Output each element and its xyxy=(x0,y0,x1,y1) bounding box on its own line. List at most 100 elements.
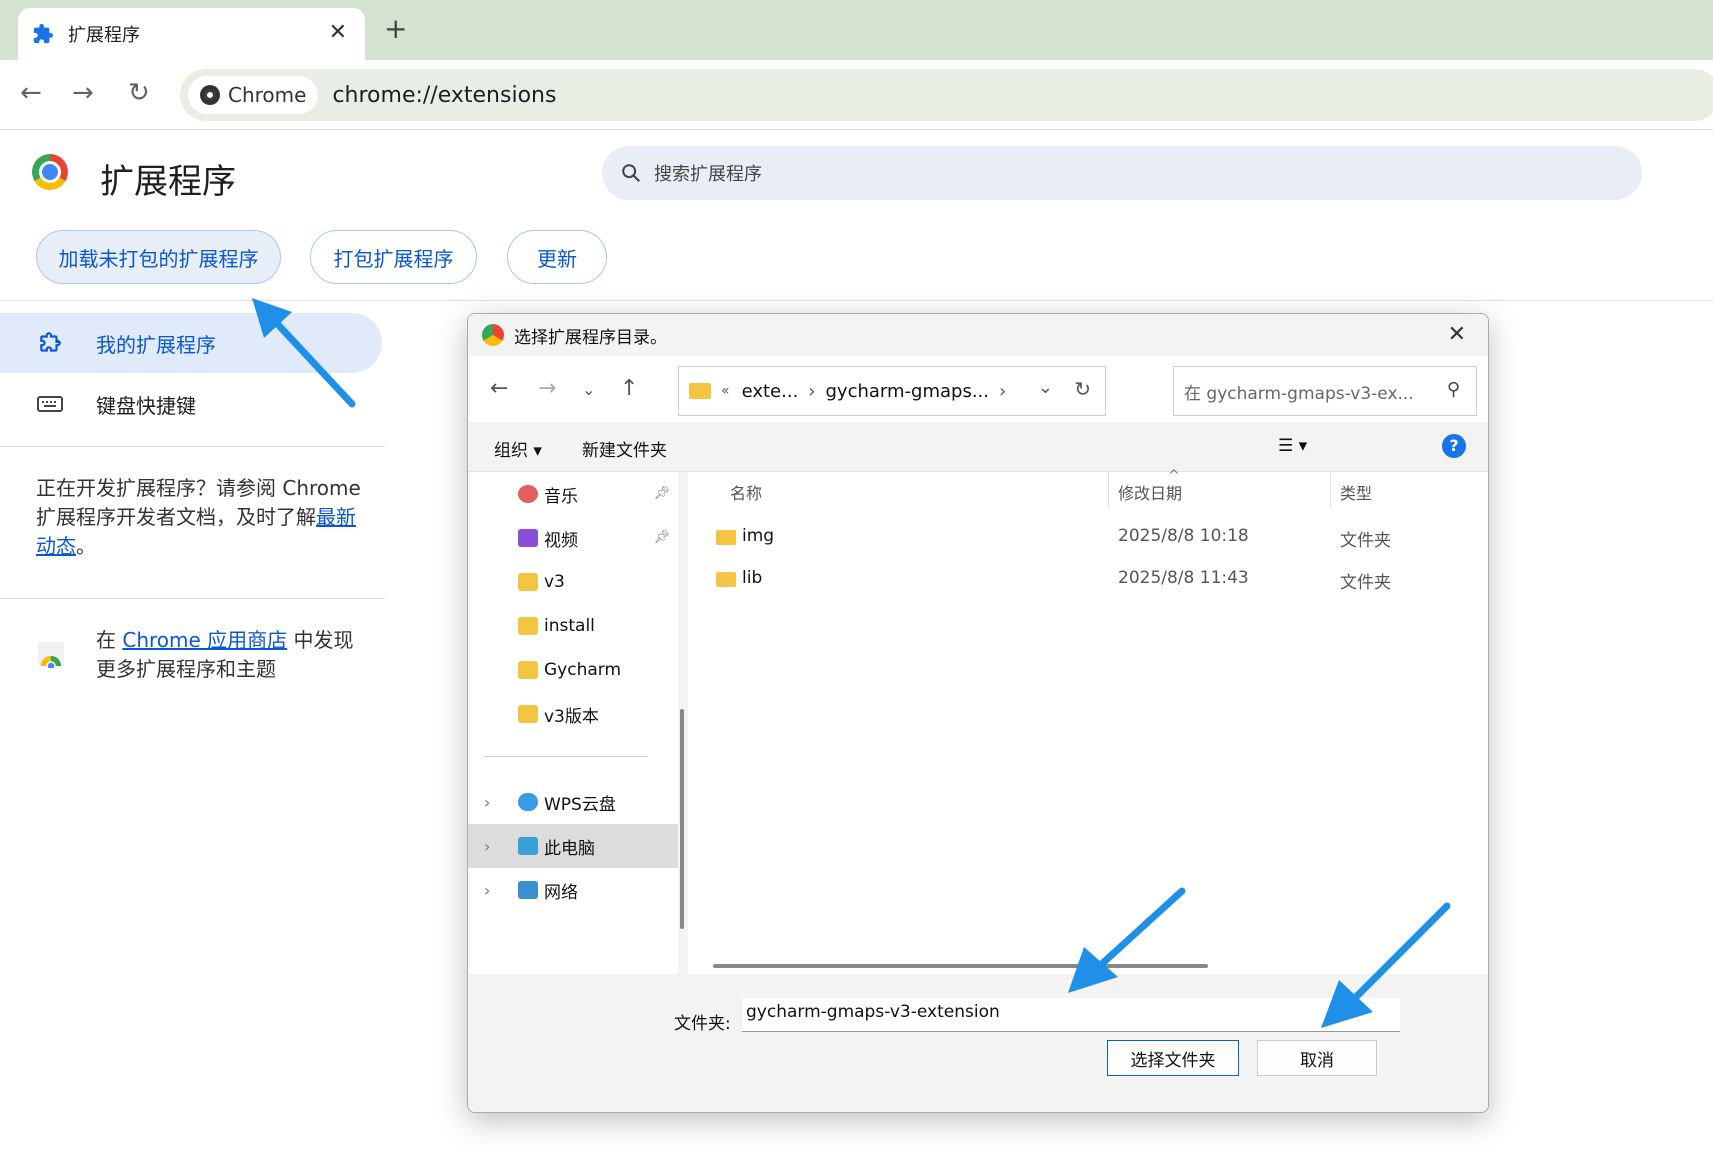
web-store-note: 在 Chrome 应用商店 中发现更多扩展程序和主题 xyxy=(96,626,356,684)
dialog-back-icon[interactable]: ← xyxy=(490,376,508,401)
sidebar-divider xyxy=(0,446,385,447)
file-row[interactable]: lib 2025/8/8 11:43 文件夹 xyxy=(688,562,1488,600)
tree-item-music[interactable]: 音乐 📌︎ xyxy=(468,472,678,516)
load-unpacked-button[interactable]: 加载未打包的扩展程序 xyxy=(36,230,281,284)
video-icon xyxy=(518,529,538,547)
tree-item-folder[interactable]: v3版本 xyxy=(468,692,678,736)
chrome-logo-icon xyxy=(32,154,68,190)
keyboard-icon xyxy=(36,390,64,418)
folder-icon xyxy=(518,573,538,591)
chevron-down-icon[interactable]: ⌄ xyxy=(1038,377,1053,398)
dialog-search-input[interactable]: 在 gycharm-gmaps-v3-ex... ⚲ xyxy=(1173,366,1477,416)
tree-item-label: 视频 xyxy=(544,530,578,551)
up-folder-icon[interactable]: ↑ xyxy=(620,376,638,401)
tree-item-this-pc[interactable]: › 此电脑 xyxy=(468,824,678,868)
file-name: img xyxy=(742,526,775,546)
address-breadcrumb[interactable]: « exte... › gycharm-gmaps... › ⌄ ↻ xyxy=(678,366,1106,416)
chip-label: Chrome xyxy=(228,83,307,107)
navigation-pane: 音乐 📌︎ 视频 📌︎ v3 install Gycharm v3版本 › WP… xyxy=(468,472,678,974)
tree-item-wps-cloud[interactable]: › WPS云盘 xyxy=(468,780,678,824)
url-text: chrome://extensions xyxy=(332,82,557,108)
annotation-arrow-icon xyxy=(1068,887,1186,993)
tree-item-label: Gycharm xyxy=(544,660,622,680)
folder-icon xyxy=(518,705,538,723)
file-name: lib xyxy=(742,568,763,588)
help-icon[interactable]: ? xyxy=(1442,434,1466,458)
annotation-arrow-icon xyxy=(1321,902,1451,1028)
pin-icon: 📌︎ xyxy=(653,486,670,501)
reload-icon[interactable]: ↻ xyxy=(128,80,150,106)
folder-icon xyxy=(518,661,538,679)
file-type: 文件夹 xyxy=(1340,531,1391,551)
sidebar-divider xyxy=(0,598,385,599)
tree-item-label: v3 xyxy=(544,572,565,592)
tree-item-label: 音乐 xyxy=(544,486,578,507)
breadcrumb-segment[interactable]: exte... xyxy=(742,381,799,402)
folder-icon xyxy=(689,383,711,399)
tree-divider xyxy=(484,756,648,757)
column-header-type[interactable]: 类型 xyxy=(1340,480,1372,504)
column-header-date[interactable]: 修改日期 xyxy=(1118,480,1182,504)
folder-label: 文件夹: xyxy=(674,1014,731,1034)
chrome-web-store-link[interactable]: Chrome 应用商店 xyxy=(122,628,287,652)
column-divider[interactable] xyxy=(1108,472,1109,508)
tab-close-icon[interactable]: ✕ xyxy=(329,22,347,44)
tree-item-folder[interactable]: Gycharm xyxy=(468,648,678,692)
new-tab-button[interactable]: + xyxy=(384,14,407,44)
column-divider[interactable] xyxy=(1330,472,1331,508)
dialog-command-bar: 组织 ▾ 新建文件夹 ☰ ▾ ? xyxy=(468,422,1488,472)
tree-item-folder[interactable]: v3 xyxy=(468,560,678,604)
developer-note-end: 。 xyxy=(76,534,96,558)
expand-icon[interactable]: › xyxy=(484,881,490,900)
developer-note-text: 正在开发扩展程序？请参阅 Chrome 扩展程序开发者文档，及时了解 xyxy=(36,476,361,529)
update-button[interactable]: 更新 xyxy=(507,230,607,284)
sidebar-item-label: 键盘快捷键 xyxy=(96,393,196,418)
organize-button[interactable]: 组织 ▾ xyxy=(494,436,542,461)
sidebar-item-keyboard-shortcuts[interactable]: 键盘快捷键 xyxy=(0,374,196,434)
chrome-icon xyxy=(482,324,504,346)
dialog-title: 选择扩展程序目录。 xyxy=(514,327,667,348)
dialog-close-icon[interactable]: ✕ xyxy=(1448,322,1466,347)
dialog-titlebar: 选择扩展程序目录。 ✕ xyxy=(468,314,1488,356)
path-prefix: « xyxy=(721,383,730,399)
tab-extensions[interactable]: 扩展程序 ✕ xyxy=(18,8,365,60)
dialog-search-placeholder: 在 gycharm-gmaps-v3-ex... xyxy=(1184,383,1414,404)
folder-name-input[interactable]: gycharm-gmaps-v3-extension xyxy=(742,998,1400,1032)
site-info-chip[interactable]: Chrome xyxy=(188,76,319,114)
select-folder-button[interactable]: 选择文件夹 xyxy=(1107,1040,1239,1076)
dialog-forward-icon[interactable]: → xyxy=(538,376,556,401)
search-icon xyxy=(622,164,641,183)
extensions-header: 扩展程序 搜索扩展程序 加载未打包的扩展程序 打包扩展程序 更新 xyxy=(0,130,1713,300)
new-folder-button[interactable]: 新建文件夹 xyxy=(582,436,667,461)
tree-item-videos[interactable]: 视频 📌︎ xyxy=(468,516,678,560)
column-header-name[interactable]: 名称 xyxy=(730,480,762,504)
developer-note: 正在开发扩展程序？请参阅 Chrome 扩展程序开发者文档，及时了解最新动态。 xyxy=(36,474,366,561)
breadcrumb-segment[interactable]: gycharm-gmaps... xyxy=(826,381,990,402)
puzzle-icon xyxy=(32,23,54,45)
tree-item-label: v3版本 xyxy=(544,706,599,727)
cancel-button[interactable]: 取消 xyxy=(1257,1040,1377,1076)
address-bar[interactable]: Chrome chrome://extensions xyxy=(180,69,1713,121)
expand-icon[interactable]: › xyxy=(484,793,490,812)
folder-icon xyxy=(716,572,736,587)
tree-item-label: 此电脑 xyxy=(544,838,595,859)
back-icon[interactable]: ← xyxy=(20,80,42,106)
search-input[interactable]: 搜索扩展程序 xyxy=(602,146,1642,200)
expand-icon[interactable]: › xyxy=(484,837,490,856)
dialog-navigation: ← → ⌄ ↑ « exte... › gycharm-gmaps... › ⌄… xyxy=(468,356,1488,422)
tree-item-network[interactable]: › 网络 xyxy=(468,868,678,912)
refresh-icon[interactable]: ↻ xyxy=(1074,377,1091,401)
search-placeholder: 搜索扩展程序 xyxy=(654,164,762,185)
forward-icon[interactable]: → xyxy=(72,80,94,106)
music-icon xyxy=(518,485,538,503)
pack-extension-button[interactable]: 打包扩展程序 xyxy=(310,230,477,284)
tree-item-folder[interactable]: install xyxy=(468,604,678,648)
tab-strip: 扩展程序 ✕ + xyxy=(0,0,1713,60)
file-date: 2025/8/8 10:18 xyxy=(1118,526,1249,546)
navigation-scrollbar[interactable] xyxy=(680,709,684,929)
recent-locations-icon[interactable]: ⌄ xyxy=(582,380,595,399)
tree-item-label: WPS云盘 xyxy=(544,794,616,815)
view-options-button[interactable]: ☰ ▾ xyxy=(1278,436,1307,456)
search-icon: ⚲ xyxy=(1446,379,1460,400)
file-row[interactable]: img 2025/8/8 10:18 文件夹 xyxy=(688,520,1488,558)
